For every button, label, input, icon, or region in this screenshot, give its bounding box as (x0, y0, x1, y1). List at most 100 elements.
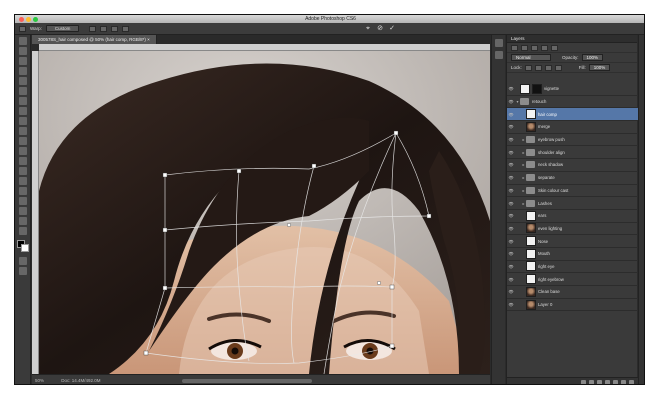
transform-tool-icon[interactable] (19, 25, 26, 32)
lock-transparent-icon[interactable] (524, 64, 532, 71)
visibility-eye-icon[interactable]: 👁 (507, 86, 515, 91)
shape-tool-icon[interactable] (18, 207, 27, 215)
layer-row[interactable]: 👁 Layer 0 (507, 299, 638, 312)
visibility-eye-icon[interactable]: 👁 (507, 226, 515, 231)
type-tool-icon[interactable] (18, 187, 27, 195)
stamp-tool-icon[interactable] (18, 117, 27, 125)
visibility-eye-icon[interactable]: 👁 (507, 150, 515, 155)
dodge-tool-icon[interactable] (18, 167, 27, 175)
lock-position-icon[interactable] (544, 64, 552, 71)
adjustment-layer-icon[interactable] (605, 379, 610, 384)
layer-row[interactable]: 👁 Nose (507, 235, 638, 248)
history-brush-tool-icon[interactable] (18, 127, 27, 135)
layer-row[interactable]: 👁 ears (507, 210, 638, 223)
filter-kind-icon[interactable] (511, 44, 518, 51)
eyedropper-tool-icon[interactable] (18, 87, 27, 95)
quick-select-tool-icon[interactable] (18, 67, 27, 75)
history-panel-icon[interactable] (494, 39, 503, 47)
eraser-tool-icon[interactable] (18, 137, 27, 145)
visibility-eye-icon[interactable]: 👁 (507, 213, 515, 218)
gradient-tool-icon[interactable] (18, 147, 27, 155)
lock-image-icon[interactable] (534, 64, 542, 71)
tab-layers[interactable]: Layers (507, 35, 637, 43)
visibility-eye-icon[interactable]: 👁 (507, 137, 515, 142)
visibility-eye-icon[interactable]: 👁 (507, 264, 515, 269)
properties-panel-icon[interactable] (494, 51, 503, 59)
new-group-icon[interactable] (613, 379, 618, 384)
visibility-eye-icon[interactable]: 👁 (507, 251, 515, 256)
screen-mode-icon[interactable] (18, 267, 27, 275)
layer-row[interactable]: 👁 even lighting (507, 223, 638, 236)
warp-mode-icon[interactable]: ⌖ (363, 24, 373, 34)
layer-row[interactable]: 👁 ▸ neck shadow (507, 159, 638, 172)
color-swatches[interactable] (16, 239, 30, 253)
close-window-button[interactable] (19, 16, 24, 22)
canvas[interactable] (39, 51, 490, 374)
marquee-tool-icon[interactable] (18, 47, 27, 55)
layer-row[interactable]: 👁 vignette (507, 83, 638, 96)
new-layer-icon[interactable] (621, 379, 626, 384)
hand-tool-icon[interactable] (18, 217, 27, 225)
visibility-eye-icon[interactable]: 👁 (507, 277, 515, 282)
blend-mode-select[interactable]: Normal (511, 54, 551, 61)
layer-row[interactable]: 👁 hair comp (507, 108, 638, 122)
layer-row[interactable]: 👁 Mouth (507, 248, 638, 261)
filter-shape-icon[interactable] (551, 44, 558, 51)
layer-style-icon[interactable] (589, 379, 594, 384)
zoom-tool-icon[interactable] (18, 227, 27, 235)
visibility-eye-icon[interactable]: 👁 (507, 201, 515, 206)
filter-pixel-icon[interactable] (521, 44, 528, 51)
visibility-eye-icon[interactable]: 👁 (507, 124, 515, 129)
h-distortion-field[interactable] (111, 25, 119, 32)
visibility-eye-icon[interactable]: 👁 (507, 162, 515, 167)
quick-mask-icon[interactable] (18, 257, 27, 265)
healing-tool-icon[interactable] (18, 97, 27, 105)
visibility-eye-icon[interactable]: 👁 (507, 188, 515, 193)
delete-layer-icon[interactable] (629, 379, 634, 384)
layer-row[interactable]: 👁 right eyebrow (507, 273, 638, 286)
lock-all-icon[interactable] (554, 64, 562, 71)
cancel-transform-icon[interactable]: ⊘ (375, 24, 385, 34)
layer-row[interactable]: 👁 ▸ eyebrow push (507, 134, 638, 147)
warp-orientation-icon[interactable] (89, 25, 97, 32)
pen-tool-icon[interactable] (18, 177, 27, 185)
visibility-eye-icon[interactable]: 👁 (507, 289, 515, 294)
move-tool-icon[interactable] (18, 37, 27, 45)
bend-field[interactable] (100, 25, 108, 32)
visibility-eye-icon[interactable]: 👁 (507, 112, 515, 117)
path-select-tool-icon[interactable] (18, 197, 27, 205)
minimize-window-button[interactable] (26, 16, 31, 22)
brush-tool-icon[interactable] (18, 107, 27, 115)
layer-row[interactable]: 👁 ▾ retouch (507, 96, 638, 109)
layer-row[interactable]: 👁 right eye (507, 261, 638, 274)
visibility-eye-icon[interactable]: 👁 (507, 175, 515, 180)
filter-adjustment-icon[interactable] (531, 44, 538, 51)
blur-tool-icon[interactable] (18, 157, 27, 165)
layer-mask-thumbnail[interactable] (532, 83, 542, 94)
fill-field[interactable]: 100% (588, 64, 611, 71)
visibility-eye-icon[interactable]: 👁 (507, 99, 515, 104)
doc-size-readout[interactable]: Doc: 14.4M/492.0M (61, 378, 100, 383)
zoom-readout[interactable]: 50% (35, 378, 44, 383)
link-layers-icon[interactable] (581, 379, 586, 384)
document-tab[interactable]: 300578S_hair composed @ 50% (hair comp, … (32, 35, 157, 44)
commit-transform-icon[interactable]: ✓ (387, 24, 397, 34)
layer-row[interactable]: 👁 ▸ Lashes (507, 197, 638, 210)
layer-row[interactable]: 👁 ▸ separate (507, 172, 638, 185)
lasso-tool-icon[interactable] (18, 57, 27, 65)
layer-row[interactable]: 👁 ▸ Skin colour cast (507, 185, 638, 198)
opacity-field[interactable]: 100% (581, 54, 604, 61)
v-distortion-field[interactable] (122, 25, 130, 32)
visibility-eye-icon[interactable]: 👁 (507, 239, 515, 244)
layer-row[interactable]: 👁 ▸ shoulder align (507, 146, 638, 160)
add-mask-icon[interactable] (597, 379, 602, 384)
filter-type-icon[interactable] (541, 44, 548, 51)
warp-style-select[interactable]: Custom (45, 25, 80, 32)
zoom-window-button[interactable] (33, 16, 38, 22)
layer-row[interactable]: 👁 merge (507, 121, 638, 134)
background-color[interactable] (20, 244, 29, 252)
layer-row[interactable]: 👁 Clean base (507, 286, 638, 299)
crop-tool-icon[interactable] (18, 77, 27, 85)
visibility-eye-icon[interactable]: 👁 (507, 302, 515, 307)
horizontal-scrollbar[interactable] (182, 379, 312, 383)
